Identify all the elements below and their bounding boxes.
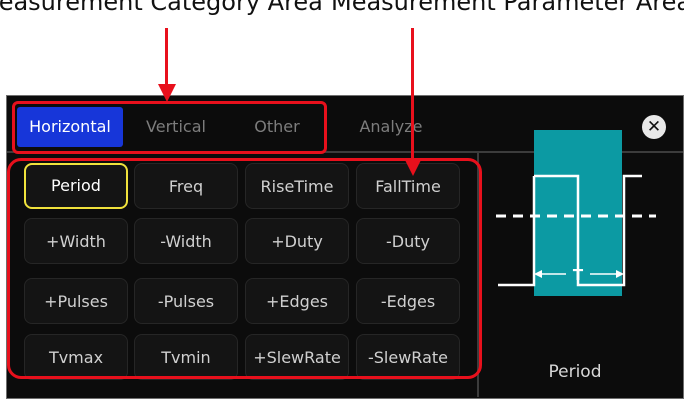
- category-area-highlight: [12, 101, 327, 154]
- preview-measurement-label: Period: [548, 362, 602, 382]
- tab-analyze[interactable]: Analyze: [346, 107, 436, 147]
- square-wave-icon: T: [496, 174, 656, 287]
- parameter-arrow-shaft: [411, 28, 414, 160]
- category-arrow-shaft: [165, 28, 168, 86]
- period-marker-label: T: [573, 266, 584, 284]
- parameter-arrow-head: [404, 158, 422, 176]
- category-area-annotation: Measurement Category Area: [0, 0, 323, 16]
- parameter-area-highlight: [7, 158, 482, 379]
- parameter-area-annotation: Measurement Parameter Area: [331, 0, 684, 16]
- category-arrow-head: [158, 84, 176, 102]
